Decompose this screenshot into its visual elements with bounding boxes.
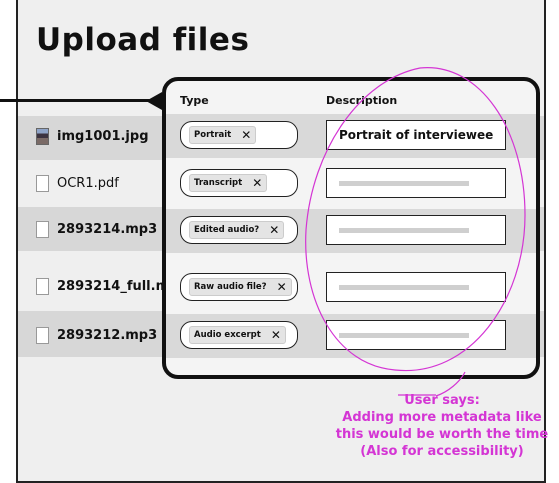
note-line: this would be worth the time <box>335 427 549 442</box>
annotation-circle <box>305 67 526 372</box>
user-feedback-note: User says: Adding more metadata like thi… <box>332 392 552 460</box>
note-line: (Also for accessibility) <box>360 444 524 459</box>
note-line: User says: <box>404 393 480 408</box>
note-line: Adding more metadata like <box>342 410 542 425</box>
